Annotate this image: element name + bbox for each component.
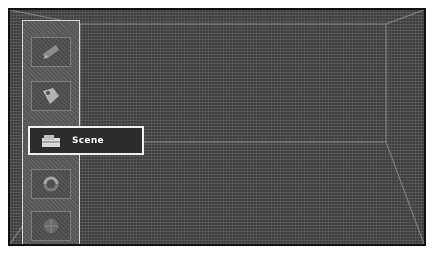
tag-icon bbox=[43, 88, 59, 104]
menu-item-tag[interactable] bbox=[31, 81, 71, 111]
menu-item-globe[interactable] bbox=[31, 211, 71, 241]
scene-icon bbox=[42, 134, 60, 147]
menu-item-scene[interactable]: Scene bbox=[28, 126, 144, 155]
menu-item-pen[interactable] bbox=[31, 37, 71, 67]
screen-frame: Scene bbox=[8, 8, 426, 246]
globe-icon bbox=[44, 219, 58, 233]
menu-item-refresh[interactable] bbox=[31, 169, 71, 199]
refresh-icon bbox=[43, 176, 59, 192]
pen-icon bbox=[42, 44, 60, 60]
scene-label: Scene bbox=[72, 135, 104, 146]
